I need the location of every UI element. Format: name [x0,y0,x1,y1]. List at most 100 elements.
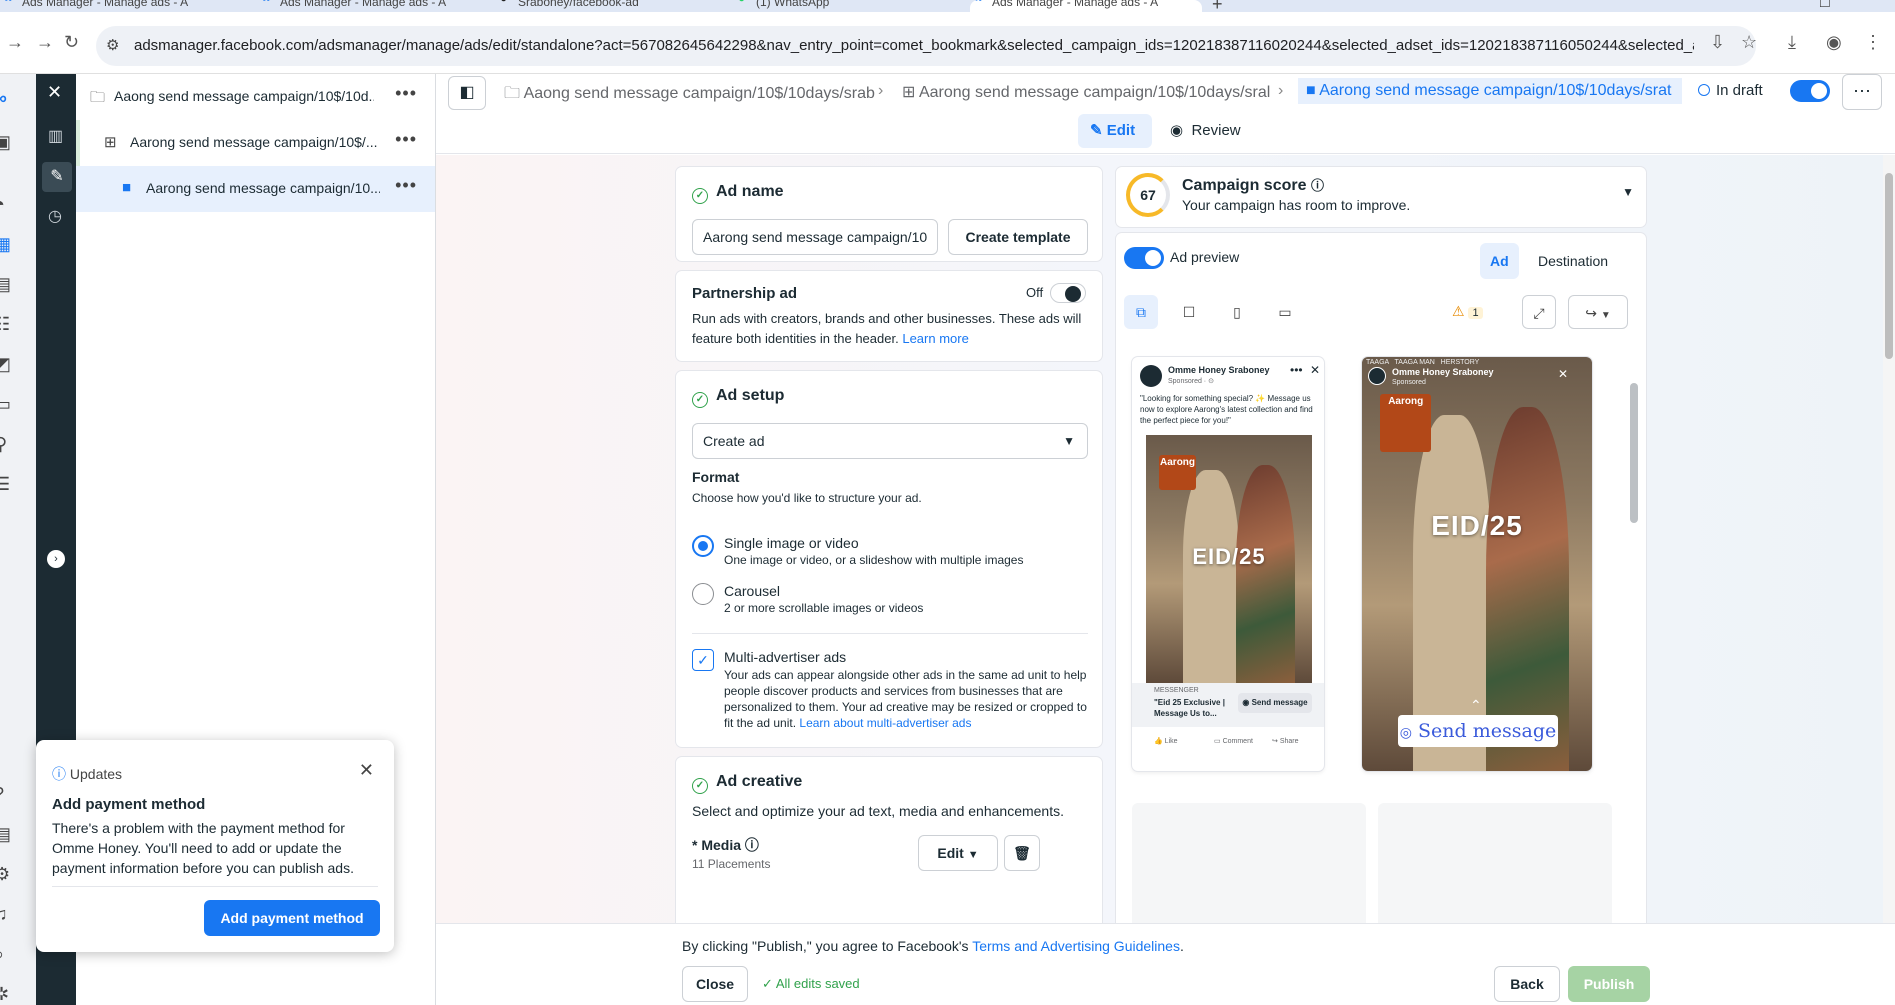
forward-arrow-icon[interactable]: → [36,32,54,53]
reports-icon[interactable]: ▤ [0,824,11,845]
table-icon[interactable]: ▦ [0,234,11,255]
feed-source: MESSENGER [1154,687,1199,694]
ad-status-toggle[interactable] [1790,80,1830,102]
mobile-view-icon[interactable]: ▯ [1220,295,1254,329]
more-icon[interactable]: ••• [395,83,417,104]
warning-icon[interactable]: ⚠ 1 [1452,303,1483,320]
carousel-radio[interactable] [692,583,714,605]
audience-icon[interactable]: ☷ [0,314,10,335]
learn-more-link[interactable]: Learn more [902,331,968,346]
single-image-radio[interactable] [692,535,714,557]
terms-link[interactable]: Terms and Advertising Guidelines [972,938,1180,954]
menu-icon[interactable]: ☰ [0,474,10,495]
add-payment-method-button[interactable]: Add payment method [204,900,380,936]
maximize-icon[interactable]: □ [1820,0,1830,12]
pages-icon[interactable]: ▤ [0,274,11,295]
breadcrumb-ad[interactable]: ■ Aarong send message campaign/10$/10day… [1298,78,1682,104]
ad-preview-toggle[interactable] [1124,247,1164,269]
score-ring: 67 [1126,173,1170,217]
site-info-icon[interactable]: ⚙ [106,36,119,54]
megaphone-icon[interactable]: ◩ [0,354,11,375]
browser-menu-icon[interactable]: ⋮ [1864,32,1882,53]
more-icon: ••• [1290,363,1303,377]
fullscreen-icon[interactable]: ⤢ [1522,295,1556,329]
close-icon[interactable]: ✕ [359,760,374,781]
delete-media-button[interactable]: 🗑 [1004,835,1040,871]
story-page-name: Omme Honey Sraboney [1392,367,1494,377]
back-arrow-icon[interactable]: → [6,32,24,53]
ad-name-input[interactable]: Aarong send message campaign/10 [692,219,938,255]
browser-tab[interactable]: ∞Ads Manager - Manage ads - A× [258,0,490,12]
edit-mode-button[interactable]: ✎ Edit [1078,114,1152,148]
back-button[interactable]: Back [1494,966,1560,1002]
ad-setup-card: ✓ Ad setup Create ad ▼ Format Choose how y… [676,371,1102,747]
ad-preview-label: Ad preview [1170,249,1240,265]
billing-icon[interactable]: ▭ [0,394,11,415]
placement-view-icon[interactable]: ⧉ [1124,295,1158,329]
multi-advertiser-checkbox[interactable]: ✓ [692,649,714,671]
info-icon[interactable]: ⓘ [1311,178,1324,193]
close-icon[interactable]: ✕ [47,82,62,103]
profile-icon[interactable]: ◉ [1826,32,1842,53]
share-menu-button[interactable]: ↪ ▼ [1568,295,1628,329]
partnership-toggle[interactable] [1050,283,1086,303]
expand-chevron-icon[interactable]: › [47,550,65,568]
square-view-icon[interactable]: ☐ [1172,295,1206,329]
tree-row-campaign[interactable]: 🗀 Aaong send message campaign/10$/10d...… [76,74,435,120]
multi-advertiser-link[interactable]: Learn about multi-advertiser ads [799,716,971,730]
history-icon[interactable]: ◷ [48,206,62,226]
campaign-score-card[interactable]: 67 Campaign score ⓘ Your campaign has ro… [1116,167,1646,227]
browser-tab-active[interactable]: ∞Ads Manager - Manage ads - A× [970,0,1202,12]
feed-preview[interactable]: Omme Honey Sraboney Sponsored · ⊙ ••• ✕ … [1132,357,1324,771]
settings-icon[interactable]: ⚙ [0,864,10,885]
tab-ad[interactable]: Ad [1480,243,1519,279]
breadcrumb-campaign[interactable]: 🗀 Aaong send message campaign/10$/10days… [504,82,875,109]
url-text[interactable]: adsmanager.facebook.com/adsmanager/manag… [134,37,1694,54]
info-icon[interactable]: ⓘ [745,837,759,853]
close-button[interactable]: Close [682,966,748,1002]
format-heading: Format [692,469,740,485]
landscape-view-icon[interactable]: ▭ [1268,295,1302,329]
bug-icon[interactable]: ✲ [0,984,9,1005]
reload-icon[interactable]: ↻ [64,32,79,53]
breadcrumb-adset[interactable]: ⊞ Aarong send message campaign/10$/10day… [902,82,1270,102]
toggle-sidebar-button[interactable]: ◧ [448,76,486,110]
publish-button[interactable]: Publish [1568,966,1650,1002]
help-icon[interactable]: ? [0,784,4,805]
download-icon[interactable]: ⤓ [1788,32,1796,53]
app-thumbnail-icon[interactable]: ▣ [0,132,11,153]
caret-down-icon[interactable]: ▼ [1622,185,1634,199]
search-icon[interactable]: ⌕ [0,944,4,965]
browser-tab[interactable]: ●Sraboney/facebook-ad× [496,0,722,12]
more-options-button[interactable]: ⋯ [1842,74,1882,110]
preview-scrollbar[interactable] [1630,353,1638,913]
install-icon[interactable]: ⇩ [1710,32,1725,53]
notifications-icon[interactable]: ♫ [0,904,8,925]
tree-row-ad-selected[interactable]: ■ Aarong send message campaign/10... ••• [76,166,435,212]
campaign-score-subtitle: Your campaign has room to improve. [1182,197,1411,213]
ad-setup-select[interactable]: Create ad ▼ [692,423,1088,459]
tab-destination[interactable]: Destination [1528,243,1618,279]
tree-row-adset[interactable]: ⊞ Aarong send message campaign/10$/... •… [76,120,435,166]
review-mode-button[interactable]: ◉ Review [1170,114,1241,148]
media-edit-button[interactable]: Edit ▼ [918,835,998,871]
pencil-icon[interactable]: ✎ [42,162,72,192]
divider [52,886,378,887]
address-bar[interactable]: ⚙ adsmanager.facebook.com/adsmanager/man… [96,26,1756,66]
browser-tab[interactable]: ●(1) WhatsApp× [734,0,960,12]
updates-popup: ⓘ Updates ✕ Add payment method There's a… [36,740,394,952]
more-icon[interactable]: ••• [395,129,417,150]
feed-primary-text: "Looking for something special? ✨ Messag… [1140,394,1313,425]
shapes-icon[interactable]: ⚲ [0,434,7,455]
browser-tab[interactable]: ∞Ads Manager - Manage ads - A× [0,0,248,12]
feed-ad-image: Aarong EID/25 [1146,435,1312,683]
bar-chart-icon[interactable]: ▥ [48,126,63,146]
page-scrollbar[interactable] [1883,155,1895,923]
more-icon[interactable]: ••• [395,175,417,196]
ad-icon: ■ [122,179,132,196]
story-preview[interactable]: TAAGA TAAGA MAN HERSTORY Omme Honey Srab… [1362,357,1592,771]
meta-logo-icon[interactable]: ∞ [0,88,7,109]
create-template-button[interactable]: Create template [948,219,1088,255]
dashboard-icon[interactable]: ◔ [0,194,5,215]
bookmark-star-icon[interactable]: ☆ [1741,32,1757,53]
